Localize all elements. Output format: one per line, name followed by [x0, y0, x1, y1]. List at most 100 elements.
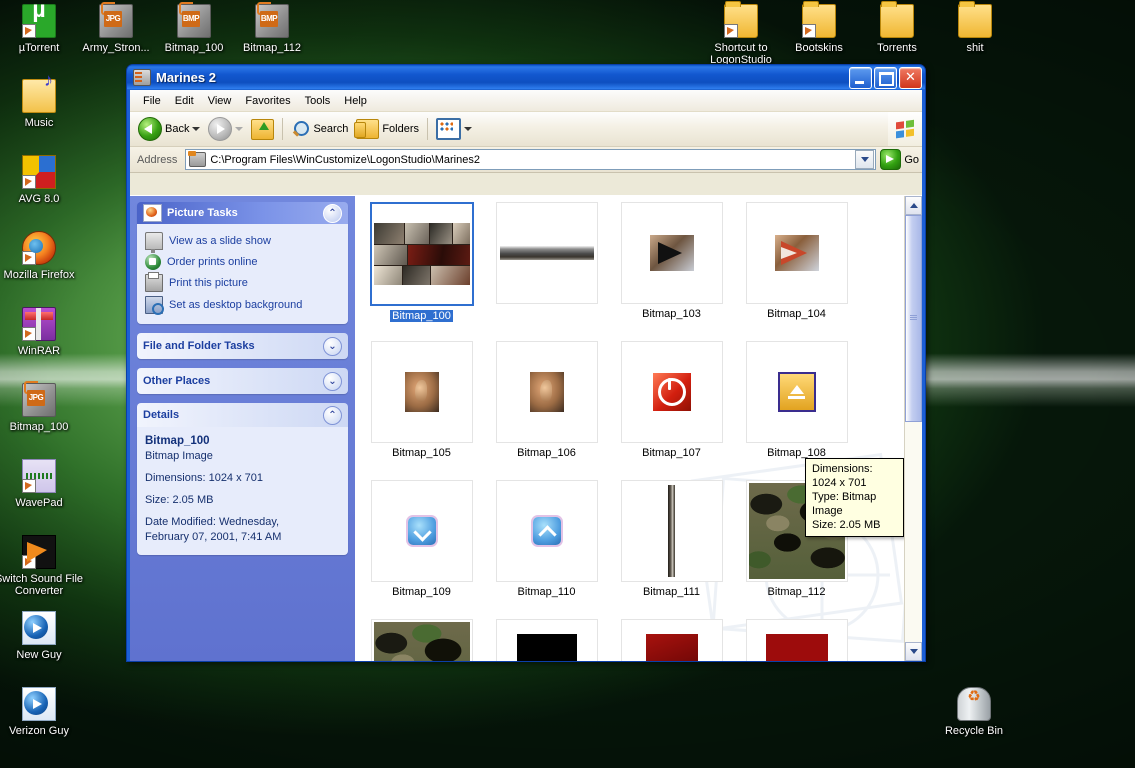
scroll-down-button[interactable]	[905, 642, 922, 661]
order-prints-icon	[145, 254, 161, 270]
menu-view[interactable]: View	[201, 93, 239, 109]
details-header[interactable]: Details ⌃	[137, 403, 348, 427]
desktop-icon-music[interactable]: Music	[0, 79, 84, 129]
task-set-as-desktop-background[interactable]: Set as desktop background	[145, 294, 340, 316]
details-size: Size: 2.05 MB	[145, 493, 340, 508]
address-input[interactable]: C:\Program Files\WinCustomize\LogonStudi…	[185, 149, 876, 170]
desktop-icon-wavepad[interactable]: WavePad	[0, 459, 84, 509]
file-item-bitmap-110[interactable]: Bitmap_110	[484, 480, 609, 619]
file-item-15[interactable]	[609, 619, 734, 661]
collapse-chevron-up-icon[interactable]: ⌃	[323, 406, 342, 425]
search-button[interactable]: Search	[287, 115, 352, 143]
desktop-icon-bootskins[interactable]: Bootskins	[774, 4, 864, 54]
scrollbar-track[interactable]	[905, 215, 922, 642]
desktop-icon-label: New Guy	[0, 649, 84, 661]
file-item-bitmap-107[interactable]: Bitmap_107	[609, 341, 734, 480]
file-item-bitmap-100[interactable]: Bitmap_100	[359, 202, 484, 341]
explorer-window: Marines 2 File Edit View Favorites Tools…	[126, 64, 926, 662]
music-folder-icon	[22, 79, 56, 113]
desktop-icon-recycle-bin[interactable]: Recycle Bin	[929, 687, 1019, 737]
back-history-chevron-down-icon[interactable]	[192, 127, 200, 131]
other-places-panel[interactable]: Other Places ⌄	[137, 368, 348, 394]
file-item-2[interactable]	[484, 202, 609, 341]
desktop-icon-label: Bitmap_112	[227, 42, 317, 54]
search-label: Search	[313, 123, 348, 135]
folders-label: Folders	[382, 123, 419, 135]
task-label: Order prints online	[167, 256, 258, 268]
menu-help[interactable]: Help	[337, 93, 374, 109]
file-item-bitmap-104[interactable]: Bitmap_104	[734, 202, 859, 341]
task-order-prints-online[interactable]: Order prints online	[145, 252, 340, 272]
folders-button[interactable]: Folders	[352, 115, 423, 143]
close-button[interactable]	[899, 67, 922, 89]
thumbnail-art-arrow	[775, 235, 819, 271]
menu-edit[interactable]: Edit	[168, 93, 201, 109]
desktop-icon-army-stron[interactable]: JPG Army_Stron...	[71, 4, 161, 54]
picture-tasks-header[interactable]: Picture Tasks ⌃	[137, 202, 348, 224]
desktop-icon-avg[interactable]: AVG 8.0	[0, 155, 84, 205]
go-button[interactable]: Go	[880, 149, 919, 170]
file-and-folder-tasks-header[interactable]: File and Folder Tasks ⌄	[137, 333, 348, 359]
other-places-header[interactable]: Other Places ⌄	[137, 368, 348, 394]
menu-favorites[interactable]: Favorites	[238, 93, 297, 109]
file-label: Bitmap_111	[641, 586, 702, 598]
expand-chevron-down-icon[interactable]: ⌄	[323, 372, 342, 391]
windows-media-player-icon	[22, 611, 56, 645]
picture-tasks-title: Picture Tasks	[167, 207, 318, 219]
desktop-icon-bitmap-100-left[interactable]: JPG Bitmap_100	[0, 383, 84, 433]
thumbnail-art-red	[766, 634, 828, 661]
maximize-button[interactable]	[874, 67, 897, 89]
file-label: Bitmap_105	[390, 447, 453, 459]
file-item-bitmap-106[interactable]: Bitmap_106	[484, 341, 609, 480]
desktop-icon-mozilla-firefox[interactable]: Mozilla Firefox	[0, 231, 84, 281]
windows-logo-banner	[888, 112, 922, 146]
file-item-bitmap-109[interactable]: Bitmap_109	[359, 480, 484, 619]
up-folder-icon	[251, 119, 274, 140]
desktop-icon-torrents[interactable]: Torrents	[852, 4, 942, 54]
back-button[interactable]: Back	[134, 115, 204, 143]
file-item-14[interactable]	[484, 619, 609, 661]
window-title-bar[interactable]: Marines 2	[127, 65, 925, 90]
picture-tasks-icon	[143, 204, 162, 222]
desktop-icon-winrar[interactable]: WinRAR	[0, 307, 84, 357]
expand-chevron-down-icon[interactable]: ⌄	[323, 337, 342, 356]
scroll-up-button[interactable]	[905, 196, 922, 215]
details-file-type: Bitmap Image	[145, 449, 340, 464]
desktop-icon-bitmap-100-top[interactable]: BMP Bitmap_100	[149, 4, 239, 54]
desktop-icon-verizon-guy[interactable]: Verizon Guy	[0, 687, 84, 737]
views-chevron-down-icon[interactable]	[464, 127, 472, 131]
minimize-button[interactable]	[849, 67, 872, 89]
desktop-icon-label: Switch Sound File Converter	[0, 573, 84, 597]
desktop-icon-bitmap-112-top[interactable]: BMP Bitmap_112	[227, 4, 317, 54]
file-label: Bitmap_106	[515, 447, 578, 459]
collapse-chevron-up-icon[interactable]: ⌃	[323, 204, 342, 223]
scrollbar-thumb[interactable]	[905, 215, 922, 422]
file-item-13[interactable]	[359, 619, 484, 661]
file-item-bitmap-105[interactable]: Bitmap_105	[359, 341, 484, 480]
vertical-scrollbar[interactable]	[904, 196, 922, 661]
up-one-level-button[interactable]	[247, 115, 278, 143]
desktop-icon-shortcut-to-logonstudio[interactable]: Shortcut to LogonStudio	[696, 4, 786, 66]
thumbnail-tooltip: Dimensions: 1024 x 701 Type: Bitmap Imag…	[805, 458, 904, 537]
details-panel: Details ⌃ Bitmap_100 Bitmap Image Dimens…	[137, 403, 348, 555]
desktop-icon-new-guy[interactable]: New Guy	[0, 611, 84, 661]
avg-icon	[22, 155, 56, 189]
address-chevron-down-icon[interactable]	[855, 150, 874, 169]
views-button[interactable]	[432, 115, 476, 143]
file-list-pane[interactable]: Bitmap_100 Bitmap_103	[355, 196, 904, 661]
file-item-16[interactable]	[734, 619, 859, 661]
windows-media-player-icon	[22, 687, 56, 721]
menu-file[interactable]: File	[136, 93, 168, 109]
back-label: Back	[165, 123, 189, 135]
file-item-bitmap-103[interactable]: Bitmap_103	[609, 202, 734, 341]
desktop-icon-switch-sound-file-converter[interactable]: Switch Sound File Converter	[0, 535, 84, 597]
desktop-icon-label: shit	[930, 42, 1020, 54]
desktop-icon-shit[interactable]: shit	[930, 4, 1020, 54]
task-view-as-slide-show[interactable]: View as a slide show	[145, 230, 340, 252]
forward-button[interactable]	[204, 115, 247, 143]
file-item-bitmap-111[interactable]: Bitmap_111	[609, 480, 734, 619]
thumbnail-art-chess	[646, 634, 698, 661]
file-and-folder-tasks-panel[interactable]: File and Folder Tasks ⌄	[137, 333, 348, 359]
task-print-this-picture[interactable]: Print this picture	[145, 272, 340, 294]
menu-tools[interactable]: Tools	[298, 93, 338, 109]
